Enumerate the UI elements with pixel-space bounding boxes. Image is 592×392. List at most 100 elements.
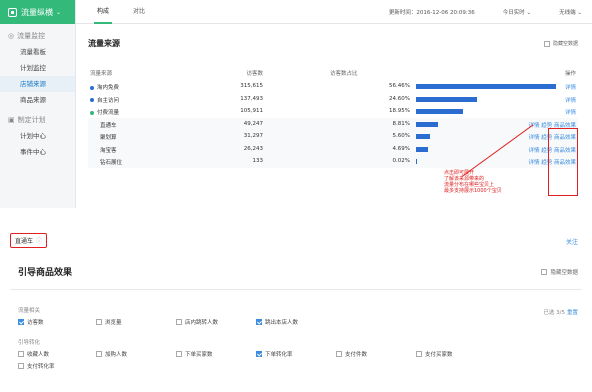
source-name-text: 淘内免费 <box>97 85 120 91</box>
table-body: 淘内免费 315,615 56.46% 详情 自主访问 137,493 24.60% 详情 付费… <box>88 80 578 168</box>
share-bar <box>416 121 438 127</box>
table-row: 自主访问 137,493 24.60% 详情 <box>88 93 578 106</box>
metric-label: 访客数 <box>27 320 44 326</box>
sidebar-section-label: 流量监控 <box>17 32 46 40</box>
metric-option[interactable]: 下单买家数 <box>176 350 213 358</box>
hide-empty-toggle[interactable]: 隐藏空数据 <box>541 268 578 276</box>
panel-title: 流量来源 <box>88 39 120 48</box>
annotation-highlight-box <box>548 128 578 196</box>
follow-link[interactable]: 关注 <box>566 237 578 246</box>
source-name: 钻石展位 <box>90 158 122 166</box>
metric-checkbox[interactable] <box>18 351 24 357</box>
pct-value: 24.60% <box>389 95 410 102</box>
metric-label: 加购人数 <box>105 352 128 358</box>
col-ops: 操作 <box>564 71 576 77</box>
metric-option[interactable]: 访客数 <box>18 318 44 326</box>
help-icon[interactable]: ⓘ <box>36 238 42 245</box>
series-dot-icon <box>90 110 94 115</box>
metric-checkbox[interactable] <box>176 351 182 357</box>
metric-checkbox[interactable] <box>96 319 102 325</box>
metric-label: 支付买家数 <box>425 352 453 358</box>
metric-label: 下单买家数 <box>185 352 213 358</box>
visits-value: 26,243 <box>243 145 263 152</box>
source-name: 付费流量 <box>90 108 119 116</box>
sidebar-item-dashboard[interactable]: 流量看板 <box>0 44 75 60</box>
brand-header[interactable]: 流量纵横 ⌄ <box>0 0 75 24</box>
sidebar-item-product-source[interactable]: 商品来源 <box>0 92 75 108</box>
source-name-text: 钻石展位 <box>100 160 123 166</box>
metric-label: 支付件数 <box>345 352 368 358</box>
reset-button[interactable]: 重置 <box>567 310 578 316</box>
series-dot-icon <box>90 85 94 90</box>
sidebar-item-shop-source[interactable]: 店铺来源 <box>0 76 75 92</box>
source-name-text: 聚划算 <box>100 135 117 141</box>
pct-value: 0.02% <box>392 158 410 164</box>
metric-checkbox[interactable] <box>18 363 24 369</box>
sidebar-section-label: 制定计划 <box>17 116 46 124</box>
metric-checkbox[interactable] <box>256 351 262 357</box>
metric-label: 支付转化率 <box>27 364 55 370</box>
metric-option[interactable]: 支付买家数 <box>416 350 453 358</box>
sidebar-section-monitor[interactable]: ◎ 流量监控 <box>0 28 75 44</box>
metric-option[interactable]: 店内跳转人数 <box>176 318 218 326</box>
share-bar <box>416 159 417 164</box>
traffic-table: 流量来源 访客数 访客数占比 操作 淘内免费 315,615 56.46% 详情 自主访… <box>88 66 578 168</box>
metric-label: 收藏人数 <box>27 352 50 358</box>
col-pct[interactable]: 访客数占比 <box>330 69 410 77</box>
metric-option[interactable]: 收藏人数 <box>18 350 49 358</box>
top-tabs-bar: 构成 对比 更新时间：2016-12-06 20:09:36 今日实时 ⌄ 无线… <box>76 0 592 24</box>
source-name-text: 直通车 <box>100 122 117 129</box>
hide-empty-checkbox[interactable] <box>543 40 550 47</box>
row-actions[interactable]: 详情 <box>565 83 576 91</box>
source-name: 聚划算 <box>90 133 117 141</box>
sidebar-item-plan-center[interactable]: 计划中心 <box>0 128 75 144</box>
col-visits[interactable]: 访客数 <box>218 69 263 77</box>
share-bar <box>416 134 430 139</box>
pct-value: 56.46% <box>389 83 410 89</box>
metric-checkbox[interactable] <box>256 319 262 325</box>
table-row: 直通车 49,247 8.81% 详情 趋势 商品效果 <box>88 117 578 130</box>
col-source: 流量来源 <box>90 71 113 77</box>
metric-checkbox[interactable] <box>176 319 182 325</box>
visits-value: 315,615 <box>240 83 263 89</box>
traffic-source-page: 流量纵横 ⌄ ◎ 流量监控 流量看板 计划监控 店铺来源 商品来源 ▣ 制定计划… <box>0 0 592 208</box>
metric-option[interactable]: 跳出本店人数 <box>256 318 298 326</box>
hide-empty-label: 隐藏空数据 <box>550 270 578 276</box>
update-time: 更新时间：2016-12-06 20:09:36 <box>388 10 475 16</box>
table-row: 淘内免费 315,615 56.46% 详情 <box>88 80 578 93</box>
source-name: 直通车 <box>90 121 117 129</box>
period-select[interactable]: 今日实时 ⌄ <box>489 8 531 16</box>
sidebar-section-plan[interactable]: ▣ 制定计划 <box>0 112 75 128</box>
sidebar-item-plan-monitor[interactable]: 计划监控 <box>0 60 75 76</box>
row-actions[interactable]: 详情 <box>565 96 576 104</box>
hide-empty-toggle[interactable]: 隐藏空数据 <box>543 40 578 47</box>
calendar-icon: ▣ <box>8 116 15 124</box>
source-name-text: 淘宝客 <box>100 147 117 154</box>
share-bar <box>416 96 477 102</box>
pct-value: 5.60% <box>392 133 410 139</box>
metric-option[interactable]: 加购人数 <box>96 350 127 358</box>
tab-compare[interactable]: 对比 <box>130 0 148 24</box>
metric-checkbox[interactable] <box>96 351 102 357</box>
row-actions[interactable]: 详情 <box>565 108 576 116</box>
metric-checkbox[interactable] <box>18 319 24 325</box>
hide-empty-checkbox[interactable] <box>541 269 548 275</box>
annotation-line: 最多支持展示1000个宝贝 <box>444 188 502 194</box>
panel-title: 引导商品效果 <box>18 268 73 278</box>
source-name: 淘内免费 <box>90 83 119 91</box>
sidebar-item-event-center[interactable]: 事件中心 <box>0 144 75 160</box>
pct-value: 18.95% <box>389 108 410 114</box>
metric-option[interactable]: 支付转化率 <box>18 362 55 370</box>
metric-checkbox[interactable] <box>416 351 422 357</box>
metric-option[interactable]: 浏览量 <box>96 318 122 326</box>
source-name: 淘宝客 <box>90 146 117 154</box>
metric-option[interactable]: 下单转化率 <box>256 350 293 358</box>
metric-option[interactable]: 支付件数 <box>336 350 367 358</box>
breadcrumb-label: 直通车 <box>15 238 34 245</box>
device-select[interactable]: 无线端 ⌄ <box>545 8 582 16</box>
table-header: 流量来源 访客数 访客数占比 操作 <box>88 66 578 80</box>
share-bar <box>416 84 556 89</box>
metric-checkbox[interactable] <box>336 351 342 357</box>
tab-composition[interactable]: 构成 <box>94 0 113 24</box>
breadcrumb: 直通车 ⓘ <box>10 233 48 248</box>
